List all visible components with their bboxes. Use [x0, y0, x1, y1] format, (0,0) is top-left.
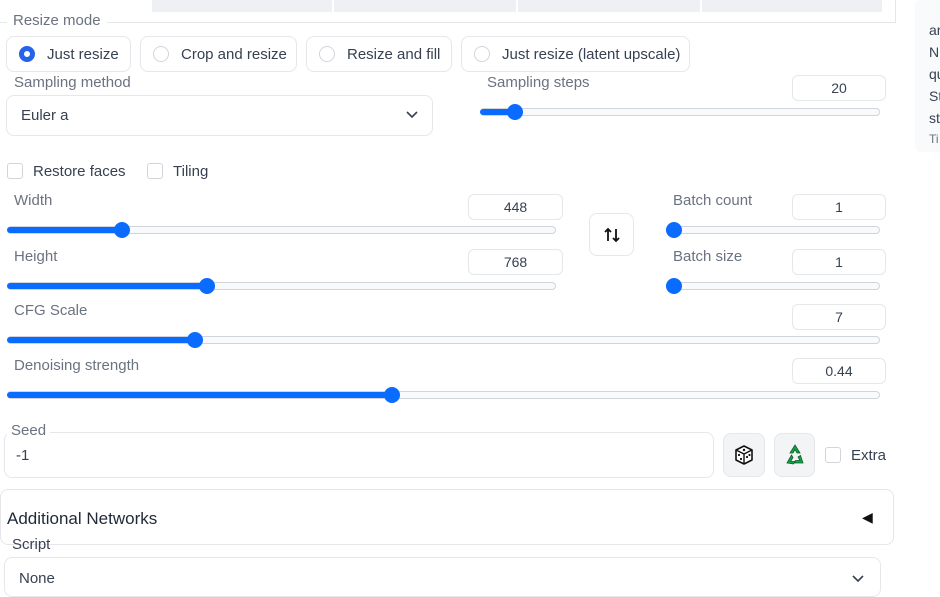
slider-thumb[interactable] [113, 222, 130, 238]
slider-thumb[interactable] [666, 222, 682, 238]
side-panel-text: Ti [929, 132, 939, 146]
slider-thumb[interactable] [666, 278, 682, 294]
radio-unselected-icon [474, 46, 490, 62]
width-slider[interactable] [7, 222, 556, 238]
seed-input[interactable] [4, 432, 714, 478]
side-panel-text: ar [929, 22, 940, 38]
radio-label: Just resize (latent upscale) [502, 45, 681, 63]
cfg-scale-slider[interactable] [7, 332, 880, 348]
additional-networks-title: Additional Networks [7, 509, 158, 528]
side-panel-text: St [929, 88, 940, 104]
sampling-method-value: Euler a [21, 107, 69, 124]
slider-thumb[interactable] [186, 332, 203, 348]
denoising-strength-label: Denoising strength [14, 357, 140, 374]
batch-size-label: Batch size [673, 248, 743, 265]
denoising-strength-slider[interactable] [7, 387, 880, 403]
chevron-down-icon [852, 575, 864, 583]
height-slider[interactable] [7, 278, 556, 294]
side-panel-text: qu [929, 66, 940, 82]
tiling-checkbox[interactable] [147, 163, 163, 179]
radio-just-resize-latent[interactable]: Just resize (latent upscale) [461, 36, 690, 72]
batch-count-slider[interactable] [666, 222, 880, 238]
top-strip-segment [152, 0, 332, 12]
dice-icon [735, 445, 753, 465]
batch-count-input[interactable]: 1 [792, 194, 886, 220]
radio-label: Resize and fill [347, 45, 441, 63]
recycle-icon [785, 444, 804, 465]
side-panel-text: N [929, 44, 940, 60]
radio-selected-icon [19, 46, 35, 62]
swap-vertical-arrows-icon [603, 227, 620, 242]
batch-count-label: Batch count [673, 192, 753, 209]
sampling-steps-input[interactable]: 20 [792, 75, 886, 101]
cfg-scale-label: CFG Scale [14, 302, 88, 319]
batch-size-input[interactable]: 1 [792, 249, 886, 275]
seed-value: -1 [16, 447, 30, 464]
slider-thumb[interactable] [384, 387, 401, 403]
chevron-down-icon [406, 111, 418, 119]
side-panel-text: st [929, 110, 940, 126]
height-label: Height [14, 248, 58, 265]
height-input[interactable]: 768 [468, 249, 563, 275]
tiling-label: Tiling [173, 163, 209, 180]
radio-just-resize[interactable]: Just resize [6, 36, 131, 72]
random-seed-button[interactable] [723, 433, 765, 477]
width-label: Width [14, 192, 53, 209]
extra-seed-checkbox[interactable] [825, 447, 841, 463]
width-input[interactable]: 448 [468, 194, 563, 220]
script-select[interactable]: None [4, 557, 881, 597]
sampling-steps-slider[interactable] [480, 104, 880, 120]
sampling-steps-label: Sampling steps [487, 74, 590, 91]
extra-seed-label: Extra [851, 447, 887, 464]
seed-label: Seed [7, 422, 51, 439]
radio-resize-and-fill[interactable]: Resize and fill [306, 36, 452, 72]
denoising-strength-input[interactable]: 0.44 [792, 358, 886, 384]
restore-faces-label: Restore faces [33, 163, 126, 180]
restore-faces-checkbox[interactable] [7, 163, 23, 179]
script-label: Script [12, 536, 51, 553]
radio-unselected-icon [153, 46, 169, 62]
radio-crop-and-resize[interactable]: Crop and resize [140, 36, 297, 72]
script-value: None [19, 570, 55, 587]
reuse-seed-button[interactable] [774, 433, 815, 477]
swap-dimensions-button[interactable] [589, 213, 634, 256]
slider-thumb[interactable] [506, 104, 523, 120]
radio-unselected-icon [319, 46, 335, 62]
slider-thumb[interactable] [198, 278, 215, 294]
top-strip-segment [702, 0, 882, 12]
sampling-method-label: Sampling method [14, 74, 131, 91]
cfg-scale-input[interactable]: 7 [792, 304, 886, 330]
radio-label: Crop and resize [181, 45, 287, 63]
sampling-method-select[interactable]: Euler a [6, 95, 433, 136]
top-strip-segment [334, 0, 516, 12]
batch-size-slider[interactable] [666, 278, 880, 294]
collapse-toggle-icon[interactable]: ◀ [862, 509, 873, 526]
top-strip-segment [518, 0, 700, 12]
resize-mode-label: Resize mode [7, 12, 107, 34]
side-info-panel: ar N qu St st Ti [915, 0, 940, 152]
radio-label: Just resize [47, 45, 119, 63]
